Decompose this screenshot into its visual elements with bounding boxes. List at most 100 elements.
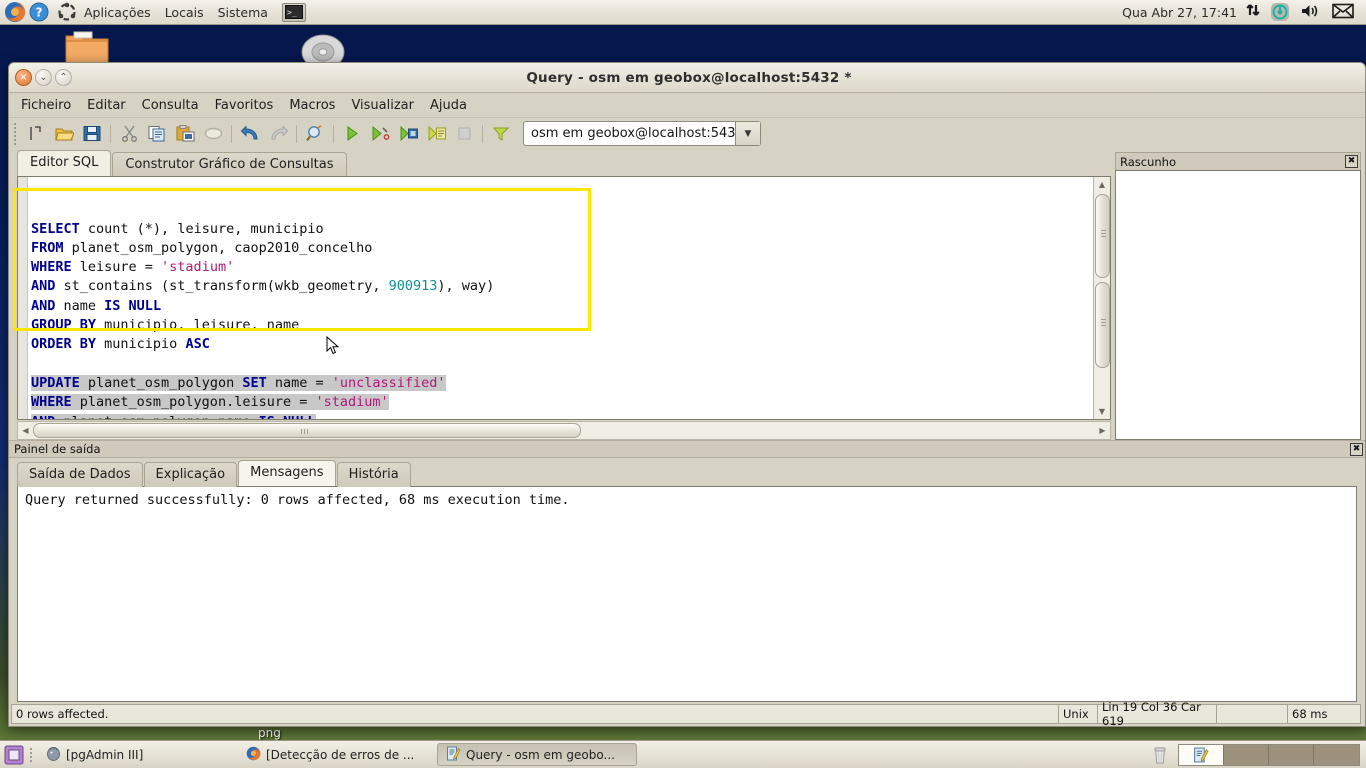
window-close-button[interactable]: × xyxy=(15,69,32,86)
sql-token: UPDATE xyxy=(31,374,80,391)
execute-to-file-icon[interactable] xyxy=(422,121,450,147)
sql-token: municipio, leisure, name xyxy=(96,317,300,334)
menu-visualizar[interactable]: Visualizar xyxy=(343,96,422,115)
trash-icon[interactable] xyxy=(1148,743,1172,767)
connection-combo[interactable]: osm em geobox@localhost:5432 ▼ xyxy=(523,121,761,146)
scratch-pad-textarea[interactable] xyxy=(1115,170,1361,440)
sql-token: name = xyxy=(266,374,332,391)
sql-line: WHERE leisure = 'stadium' xyxy=(31,258,1093,277)
editor-horizontal-scrollbar[interactable]: ◀ ▶ xyxy=(17,421,1111,440)
scroll-thumb-upper[interactable] xyxy=(1094,194,1110,278)
taskbar: [pgAdmin III] [Detecção de erros de ... … xyxy=(0,740,1366,768)
execute-query-icon[interactable] xyxy=(338,121,366,147)
taskbar-item-firefox[interactable]: [Detecção de erros de ... xyxy=(237,743,437,766)
explain-query-icon[interactable] xyxy=(394,121,422,147)
window-minimize-button[interactable]: ⌄ xyxy=(35,69,52,86)
taskbar-item-label: [pgAdmin III] xyxy=(66,747,144,762)
window-title-bar[interactable]: × ⌄ ⌃ Query - osm em geobox@localhost:54… xyxy=(9,63,1365,93)
clock[interactable]: Qua Abr 27, 17:41 xyxy=(1117,3,1242,22)
execute-pgscript-icon[interactable] xyxy=(366,121,394,147)
help-icon[interactable]: ? xyxy=(29,2,49,22)
tab-historia[interactable]: História xyxy=(336,462,411,487)
tab-mensagens[interactable]: Mensagens xyxy=(238,460,336,486)
workspace-1[interactable] xyxy=(1179,744,1224,765)
scroll-left-arrow[interactable]: ◀ xyxy=(18,423,33,438)
panel-menu-locais[interactable]: Locais xyxy=(158,2,211,23)
close-icon[interactable]: ✖ xyxy=(1350,442,1363,456)
scroll-down-arrow[interactable]: ▼ xyxy=(1095,404,1110,419)
scroll-up-arrow[interactable]: ▲ xyxy=(1095,177,1110,192)
tab-editor-sql[interactable]: Editor SQL xyxy=(17,150,112,176)
menu-editar[interactable]: Editar xyxy=(79,96,134,115)
scroll-thumb-lower[interactable] xyxy=(1094,282,1110,368)
svg-text:?: ? xyxy=(36,6,43,20)
sql-token: st_contains (st_transform(wkb_geometry, xyxy=(55,278,389,295)
panel-menu-aplicacoes[interactable]: Aplicações xyxy=(77,2,158,23)
sql-token: 'stadium' xyxy=(161,259,235,276)
hscroll-thumb[interactable] xyxy=(33,423,581,438)
taskbar-item-query[interactable]: Query - osm em geobo... xyxy=(437,743,637,766)
open-file-icon[interactable] xyxy=(50,121,78,147)
taskbar-item-pgadmin[interactable]: [pgAdmin III] xyxy=(37,743,237,766)
workspace-4[interactable] xyxy=(1314,744,1359,765)
copy-icon[interactable] xyxy=(143,121,171,147)
mouse-cursor xyxy=(326,335,340,360)
menu-consulta[interactable]: Consulta xyxy=(134,96,207,115)
query-icon xyxy=(446,746,461,764)
taskbar-right-area xyxy=(1148,743,1366,767)
taskbar-grip[interactable] xyxy=(28,745,34,765)
toolbar: osm em geobox@localhost:5432 ▼ xyxy=(9,117,1365,149)
scratch-pad-panel: Rascunho ✖ xyxy=(1113,149,1365,440)
update-manager-icon[interactable] xyxy=(1270,2,1290,22)
sql-token: IS NULL xyxy=(258,413,316,419)
workspace-switcher[interactable] xyxy=(1178,743,1360,766)
messages-output[interactable]: Query returned successfully: 0 rows affe… xyxy=(17,486,1357,702)
editor-column: Editor SQL Construtor Gráfico de Consult… xyxy=(9,149,1113,440)
volume-icon[interactable] xyxy=(1292,3,1328,22)
menu-ficheiro[interactable]: Ficheiro xyxy=(13,96,79,115)
close-icon[interactable]: ✖ xyxy=(1345,155,1358,168)
sql-token: planet_osm_polygon.leisure = xyxy=(71,394,316,411)
menu-macros[interactable]: Macros xyxy=(281,96,343,115)
chevron-down-icon[interactable]: ▼ xyxy=(735,122,760,145)
editor-gutter xyxy=(18,177,28,419)
tab-saida-de-dados[interactable]: Saída de Dados xyxy=(17,462,143,487)
sql-line: UPDATE planet_osm_polygon SET name = 'un… xyxy=(31,374,1093,393)
tab-construtor-grafico[interactable]: Construtor Gráfico de Consultas xyxy=(112,152,347,177)
mail-icon[interactable] xyxy=(1328,3,1360,22)
undo-icon[interactable] xyxy=(236,121,264,147)
status-line-ending: Unix xyxy=(1058,704,1098,724)
save-file-icon[interactable] xyxy=(78,121,106,147)
workspace-3[interactable] xyxy=(1269,744,1314,765)
menu-ajuda[interactable]: Ajuda xyxy=(422,96,475,115)
toolbar-grip[interactable] xyxy=(11,121,18,147)
paste-icon[interactable] xyxy=(171,121,199,147)
cut-icon[interactable] xyxy=(115,121,143,147)
sql-editor-textarea[interactable]: SELECT count (*), leisure, municipio FROM… xyxy=(28,177,1093,419)
sql-token: IS NULL xyxy=(104,297,162,314)
window-maximize-button[interactable]: ⌃ xyxy=(55,69,72,86)
hscroll-track[interactable] xyxy=(33,422,1095,439)
top-panel: ? Aplicações Locais Sistema >_ Qua Abr 2… xyxy=(0,0,1366,25)
panel-menu-sistema[interactable]: Sistema xyxy=(211,2,275,23)
query-builder-icon[interactable] xyxy=(487,121,515,147)
redo-icon[interactable] xyxy=(264,121,292,147)
menu-favoritos[interactable]: Favoritos xyxy=(207,96,282,115)
sql-token: planet_osm_polygon xyxy=(79,374,243,391)
network-icon[interactable] xyxy=(1242,2,1270,22)
show-desktop-icon[interactable] xyxy=(3,744,25,766)
editor-vertical-scrollbar[interactable]: ▲ ▼ xyxy=(1093,177,1110,419)
new-query-icon[interactable] xyxy=(22,121,50,147)
find-replace-icon[interactable] xyxy=(301,121,329,147)
clear-icon[interactable] xyxy=(199,121,227,147)
workspace-2[interactable] xyxy=(1224,744,1269,765)
scroll-track[interactable] xyxy=(1094,192,1110,404)
firefox-icon[interactable] xyxy=(4,1,26,23)
ubuntu-logo-icon xyxy=(57,2,77,22)
cancel-query-icon[interactable] xyxy=(450,121,478,147)
window-title: Query - osm em geobox@localhost:5432 * xyxy=(526,69,852,86)
editor-tabs: Editor SQL Construtor Gráfico de Consult… xyxy=(9,149,1113,177)
tab-explicacao[interactable]: Explicação xyxy=(143,462,238,487)
scroll-right-arrow[interactable]: ▶ xyxy=(1095,423,1110,438)
terminal-launcher-icon[interactable]: >_ xyxy=(281,2,306,22)
